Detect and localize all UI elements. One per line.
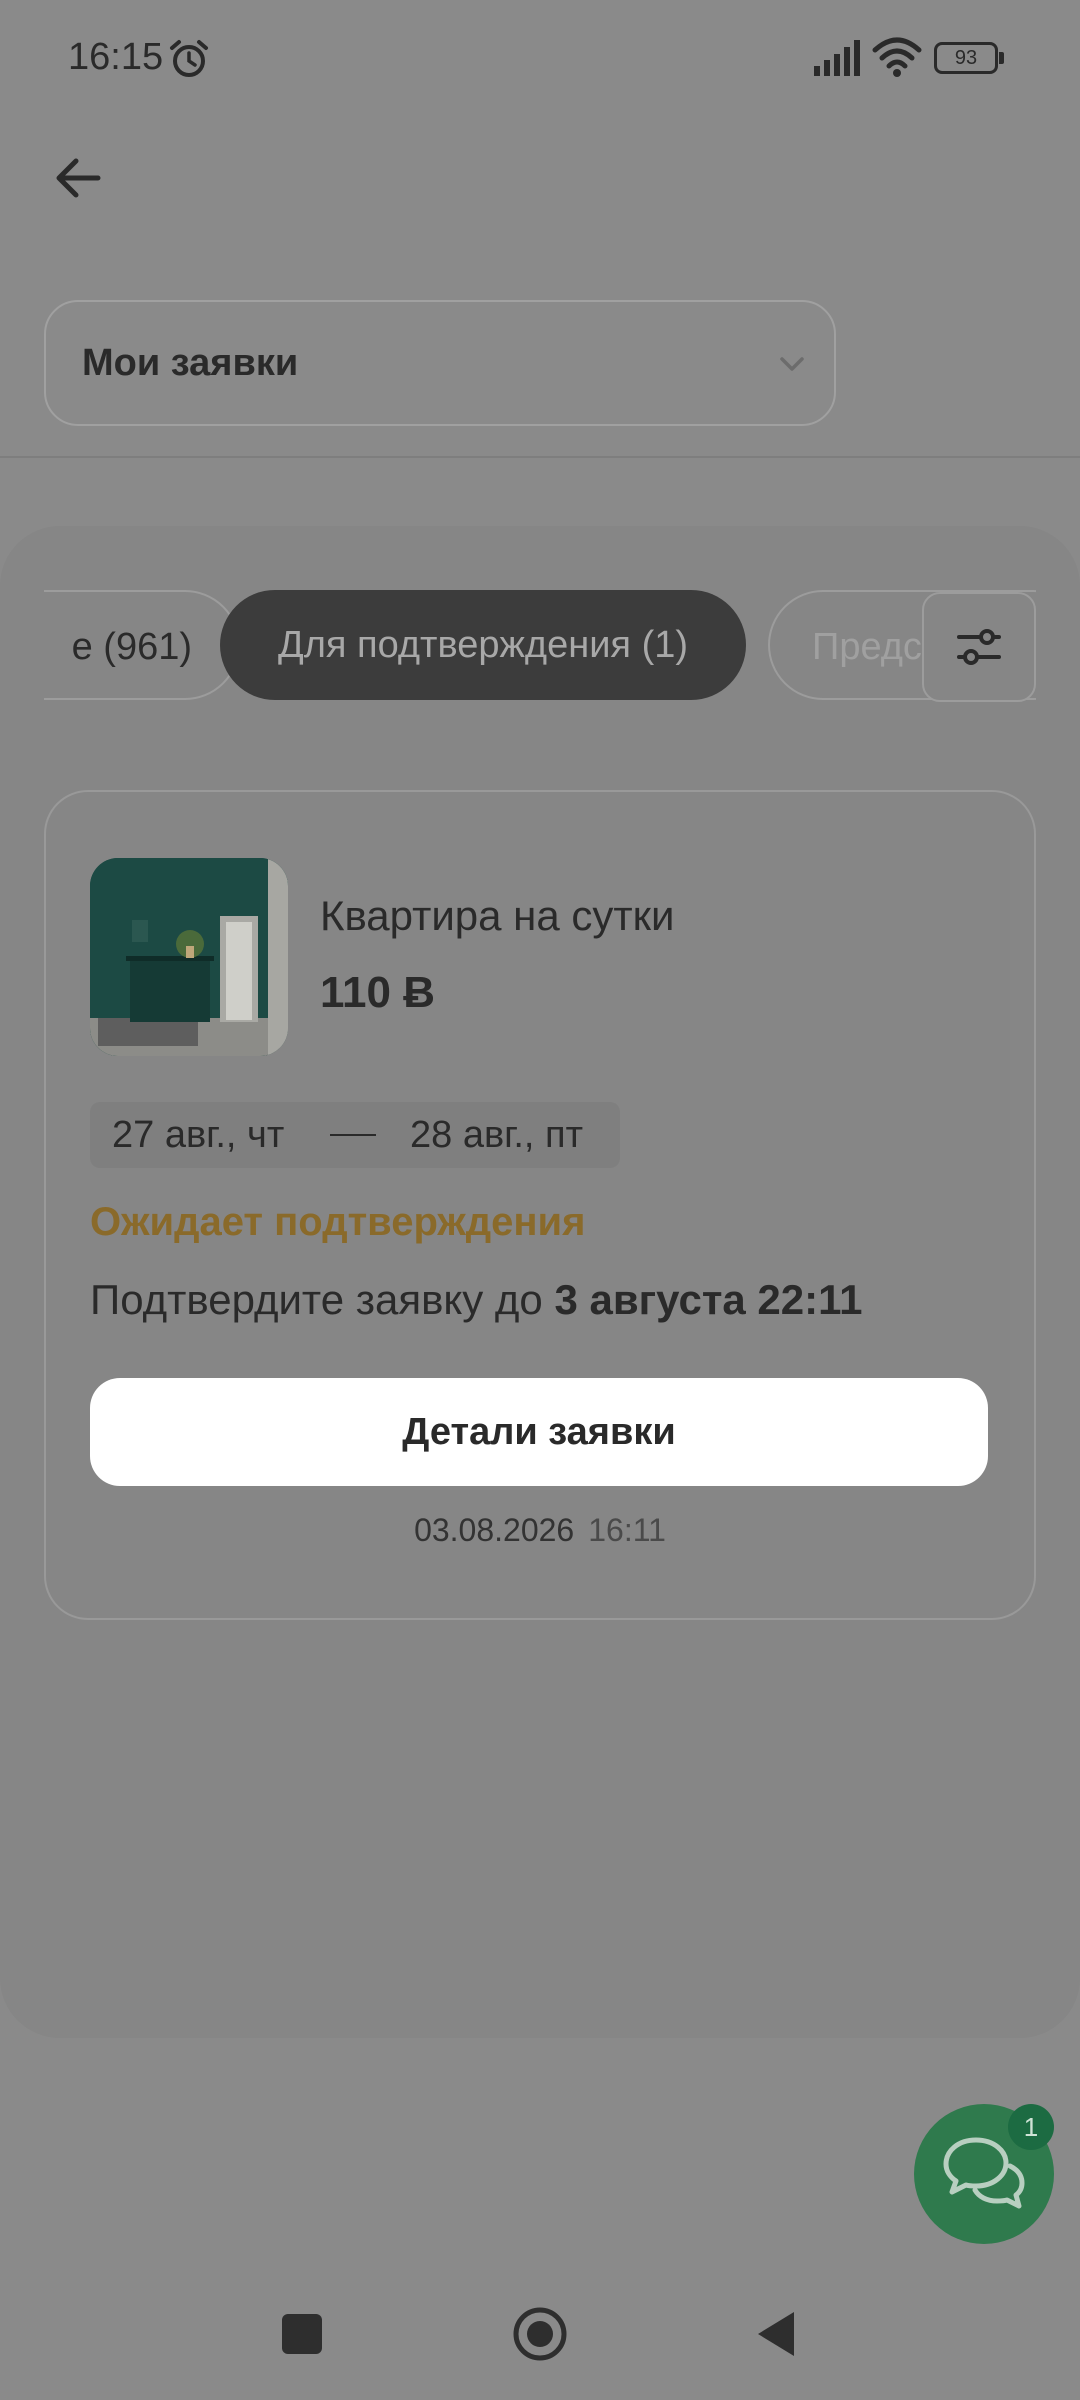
sliders-icon: [957, 629, 1001, 665]
status-text: Ожидает подтверждения: [90, 1200, 586, 1244]
listing-price: 110 Ƀ: [320, 968, 435, 1017]
back-button[interactable]: [48, 148, 108, 208]
chip-all[interactable]: е (961): [44, 590, 240, 700]
status-bar: 16:15 93: [0, 0, 1080, 120]
created-time: 16:11: [588, 1512, 666, 1548]
listing-photo: [90, 858, 288, 1056]
date-separator: [330, 1134, 376, 1136]
filter-chips: е (961) Для подтверждения (1) Предс: [44, 590, 1036, 702]
filter-settings-button[interactable]: [922, 592, 1036, 702]
deadline-value: 3 августа 22:11: [554, 1276, 863, 1323]
requests-type-dropdown[interactable]: Мои заявки: [44, 300, 836, 426]
date-to: 28 авг., пт: [410, 1114, 584, 1156]
date-range: 27 авг., чт 28 авг., пт: [90, 1102, 620, 1168]
battery-icon: 93: [934, 42, 1004, 74]
chevron-down-icon: [780, 357, 804, 371]
nav-back-icon[interactable]: [756, 2310, 796, 2358]
home-icon[interactable]: [512, 2306, 568, 2362]
recents-icon[interactable]: [282, 2314, 322, 2354]
chat-unread-badge: 1: [1008, 2104, 1054, 2150]
alarm-icon: [170, 40, 208, 77]
created-date: 03.08.2026: [414, 1512, 575, 1548]
signal-icon: [814, 40, 860, 76]
listing-title: Квартира на сутки: [320, 892, 675, 939]
date-from: 27 авг., чт: [112, 1114, 285, 1156]
deadline-prefix: Подтвердите заявку до: [90, 1276, 555, 1323]
battery-level: 93: [954, 47, 978, 69]
wifi-icon: [872, 37, 922, 77]
request-details-button[interactable]: Детали заявки: [90, 1378, 988, 1486]
dropdown-label: Мои заявки: [82, 341, 299, 384]
created-at: 03.08.2026 16:11: [0, 1512, 1080, 1549]
status-time: 16:15: [68, 36, 164, 78]
arrow-left-icon: [56, 158, 101, 198]
header-divider: [0, 456, 1080, 458]
deadline-text: Подтвердите заявку до 3 августа 22:11: [90, 1276, 863, 1324]
chip-for-confirmation[interactable]: Для подтверждения (1): [220, 590, 746, 700]
